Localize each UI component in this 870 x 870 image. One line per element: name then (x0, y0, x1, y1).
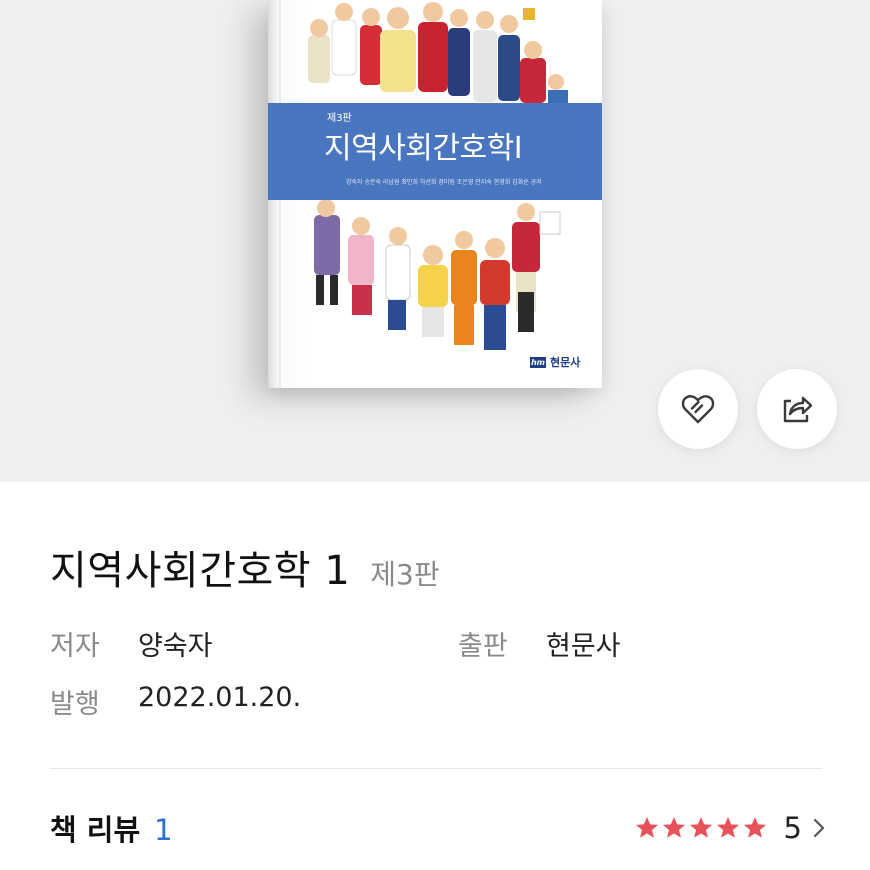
star-icon (689, 816, 712, 838)
book-cover-image[interactable]: 제3판 지역사회간호학Ⅰ 양숙자 송문숙 라남원 최민희 하선희 장미림 조은영… (268, 0, 602, 388)
cover-title: 지역사회간호학Ⅰ (324, 131, 523, 166)
heart-icon (681, 395, 715, 424)
cover-authors: 양숙자 송문숙 라남원 최민희 하선희 장미림 조은영 안지숙 한영희 김화순 … (346, 179, 542, 186)
review-heading: 책 리뷰 1 (50, 807, 173, 849)
cover-publisher: hm 현문사 (530, 354, 580, 370)
publisher-label: 출판 (458, 631, 508, 662)
cover-area: 제3판 지역사회간호학Ⅰ 양숙자 송문숙 라남원 최민희 하선희 장미림 조은영… (0, 0, 870, 482)
cover-publisher-name: 현문사 (550, 356, 581, 369)
review-label: 책 리뷰 (50, 813, 141, 847)
chevron-right-icon (813, 818, 825, 838)
share-button[interactable] (757, 369, 837, 449)
star-icon (743, 816, 766, 838)
author-value: 양숙자 (138, 631, 213, 662)
review-rating: 5 (634, 811, 826, 845)
book-title-row: 지역사회간호학 1 제3판 (50, 538, 440, 596)
publish-date-value: 2022.01.20. (138, 682, 302, 713)
cover-title-band: 제3판 지역사회간호학Ⅰ 양숙자 송문숙 라남원 최민희 하선희 장미림 조은영… (268, 103, 602, 200)
star-rating (634, 815, 768, 841)
publisher-value: 현문사 (546, 631, 621, 662)
book-title: 지역사회간호학 1 (50, 548, 351, 594)
share-icon (783, 396, 813, 423)
review-count: 1 (154, 813, 173, 847)
rating-value: 5 (783, 811, 802, 845)
star-icon (716, 816, 739, 838)
book-review-link[interactable]: 책 리뷰 1 5 (50, 806, 826, 850)
publisher-logo: hm (530, 356, 546, 368)
publish-date-label: 발행 (50, 689, 100, 720)
star-icon (635, 816, 658, 838)
section-divider (50, 768, 822, 769)
like-button[interactable] (658, 369, 738, 449)
cover-edition: 제3판 (327, 113, 352, 124)
book-edition: 제3판 (370, 558, 440, 591)
star-icon (662, 816, 685, 838)
author-label: 저자 (50, 631, 100, 662)
